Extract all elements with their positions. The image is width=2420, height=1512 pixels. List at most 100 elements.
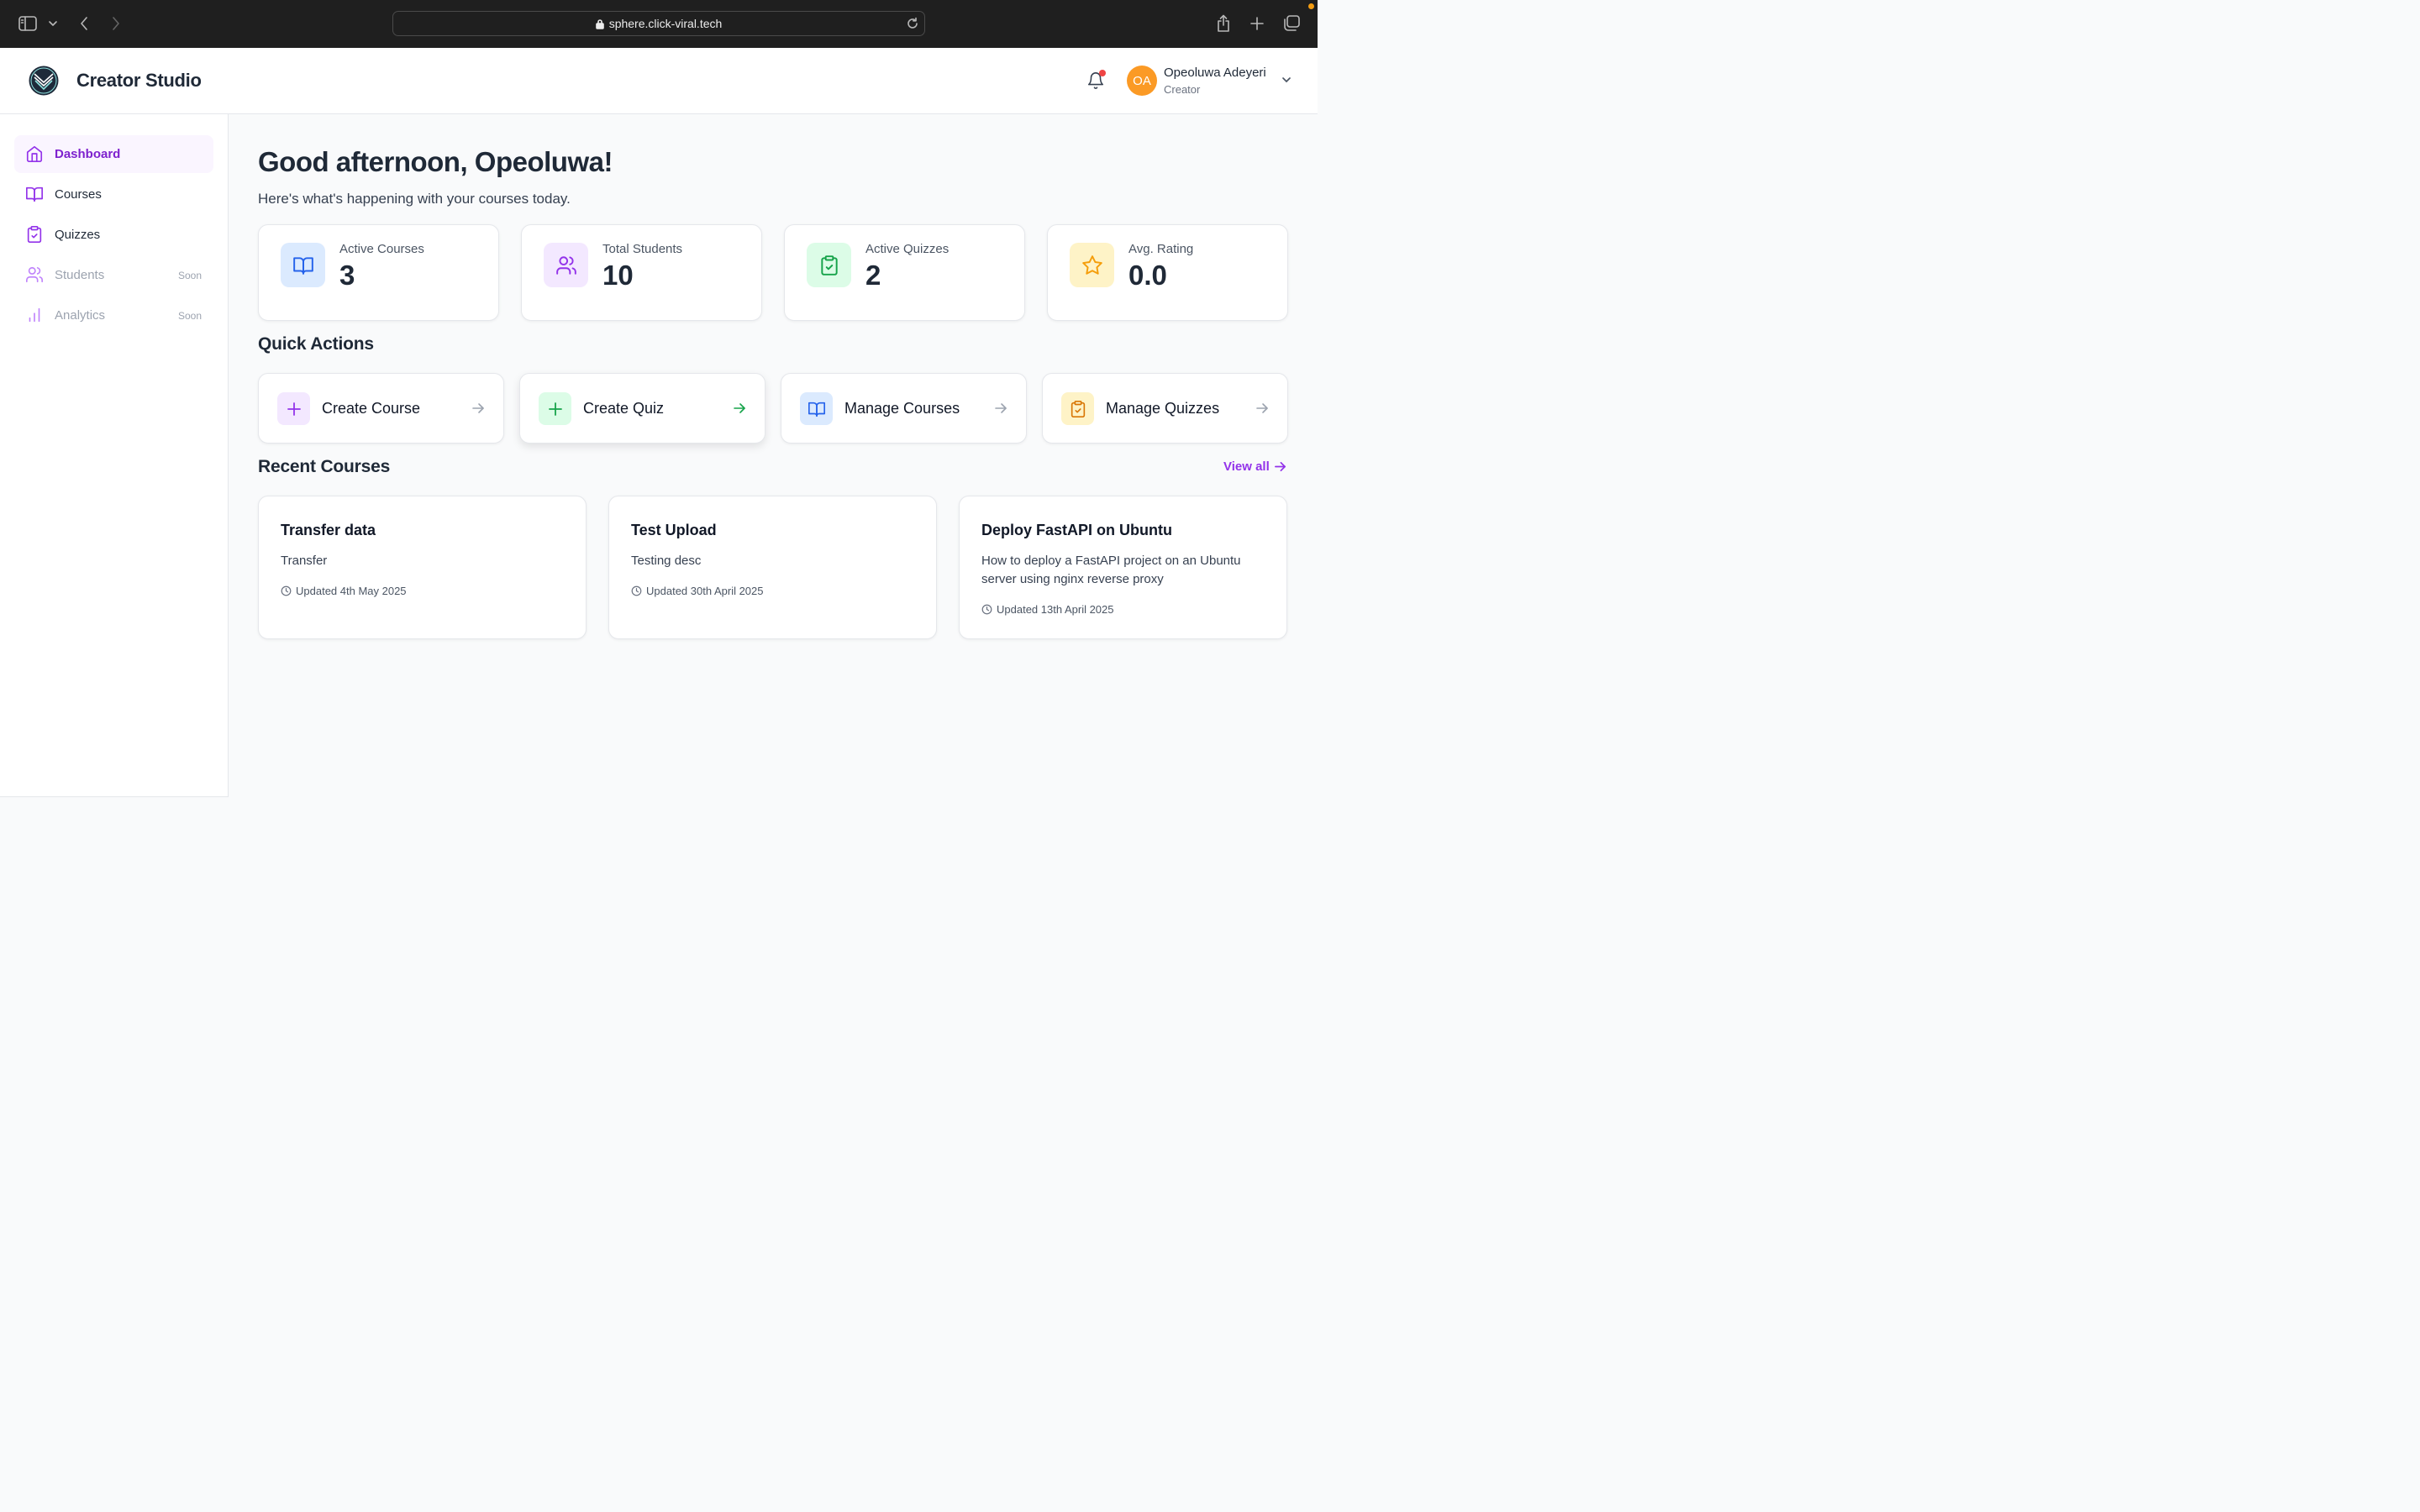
course-card[interactable]: Test Upload Testing desc Updated 30th Ap… [608,496,937,639]
stat-card-avg-rating: Avg. Rating 0.0 [1047,224,1288,321]
view-all-label: View all [1223,459,1270,474]
address-bar[interactable]: sphere.click-viral.tech [392,11,925,36]
action-label: Create Quiz [583,400,665,417]
course-title: Deploy FastAPI on Ubuntu [981,522,1172,538]
book-icon [292,256,313,275]
app-header: Creator Studio OA Opeoluwa Adeyeri Creat… [0,48,1318,114]
arrow-right-icon [1256,403,1268,413]
stat-label: Active Courses [339,242,424,256]
chevron-down-icon[interactable] [1281,73,1292,88]
manage-quizzes-button[interactable]: Manage Quizzes [1042,373,1288,444]
course-description: Transfer [281,554,328,568]
stat-value: 3 [339,260,355,291]
course-card[interactable]: Transfer data Transfer Updated 4th May 2… [258,496,587,639]
stat-label: Total Students [602,242,683,256]
notifications-button[interactable] [1084,69,1107,92]
stat-value: 0.0 [1128,260,1167,291]
page-subtitle: Here's what's happening with your course… [258,191,571,207]
clock-icon [631,585,642,596]
manage-courses-button[interactable]: Manage Courses [781,373,1027,444]
plus-icon [287,402,301,416]
course-title: Test Upload [631,522,717,538]
bar-chart-icon [29,307,40,323]
sidebar-item-analytics[interactable]: Analytics Soon [14,297,213,334]
arrow-right-icon [995,403,1007,413]
sidebar-toggle-icon[interactable] [18,13,37,34]
action-icon-box [277,392,310,425]
brand-name: Creator Studio [76,70,202,91]
new-tab-icon[interactable] [1247,13,1267,34]
course-card[interactable]: Deploy FastAPI on Ubuntu How to deploy a… [959,496,1287,639]
sidebar-item-courses[interactable]: Courses [14,176,213,213]
url-text: sphere.click-viral.tech [608,17,723,30]
page-title: Good afternoon, Opeoluwa! [258,146,613,177]
soon-badge: Soon [177,269,202,281]
course-updated: Updated 30th April 2025 [631,585,764,597]
chevron-down-icon[interactable] [47,13,59,34]
action-icon-box [800,392,833,425]
action-label: Manage Courses [844,400,960,417]
create-quiz-button[interactable]: Create Quiz [519,373,765,444]
notification-dot [1099,70,1106,76]
create-course-button[interactable]: Create Course [258,373,504,444]
sidebar-item-label: Courses [55,187,102,202]
course-title: Transfer data [281,522,376,538]
user-name[interactable]: Opeoluwa Adeyeri [1164,66,1266,80]
quick-actions-title: Quick Actions [258,334,374,354]
action-icon-box [539,392,571,425]
course-description: How to deploy a FastAPI project on an Ub… [981,554,1241,586]
stat-card-active-quizzes: Active Quizzes 2 [784,224,1025,321]
action-icon-box [1061,392,1094,425]
sidebar-item-label: Dashboard [55,147,121,161]
brand-logo-icon[interactable] [28,65,60,97]
clipboard-check-icon [820,255,838,276]
action-label: Create Course [322,400,421,417]
lock-icon [595,18,604,29]
avatar[interactable]: OA [1127,66,1157,96]
recording-indicator [1308,3,1314,9]
plus-icon [548,402,562,416]
sidebar-item-label: Students [55,268,105,282]
sidebar-item-label: Quizzes [55,228,101,242]
tabs-overview-icon[interactable] [1281,13,1302,34]
course-updated: Updated 13th April 2025 [981,603,1114,616]
arrow-right-icon [472,403,484,413]
updated-text: Updated 30th April 2025 [646,585,764,597]
user-role: Creator [1164,83,1201,96]
home-icon [26,145,43,162]
course-updated: Updated 4th May 2025 [281,585,407,597]
stat-card-active-courses: Active Courses 3 [258,224,499,321]
stat-icon-box [807,243,851,287]
clock-icon [981,604,992,615]
updated-text: Updated 4th May 2025 [296,585,407,597]
sidebar-item-label: Analytics [55,308,106,323]
stat-card-total-students: Total Students 10 [521,224,762,321]
updated-text: Updated 13th April 2025 [997,603,1114,616]
arrow-right-icon [1274,461,1286,472]
book-icon [26,186,43,202]
clock-icon [281,585,292,596]
course-description: Testing desc [631,554,702,568]
share-icon[interactable] [1213,13,1234,34]
forward-icon[interactable] [108,13,124,34]
sidebar-item-students[interactable]: Students Soon [14,256,213,294]
view-all-link[interactable]: View all [1223,459,1286,474]
reload-icon[interactable] [906,17,919,33]
sidebar-item-quizzes[interactable]: Quizzes [14,216,213,254]
recent-courses-title: Recent Courses [258,457,391,476]
stat-value: 10 [602,260,634,291]
clipboard-icon [1071,400,1085,417]
stat-label: Active Quizzes [865,242,950,256]
stat-icon-box [1070,243,1114,287]
action-label: Manage Quizzes [1106,400,1220,417]
stat-icon-box [544,243,588,287]
users-icon [26,266,43,283]
arrow-right-icon [734,403,745,413]
browser-toolbar: sphere.click-viral.tech [0,0,1318,48]
back-icon[interactable] [76,13,92,34]
stat-icon-box [281,243,325,287]
sidebar: Dashboard Courses Quizzes Students Soon … [0,114,229,797]
stat-value: 2 [865,260,881,291]
soon-badge: Soon [177,309,202,322]
sidebar-item-dashboard[interactable]: Dashboard [14,135,213,173]
